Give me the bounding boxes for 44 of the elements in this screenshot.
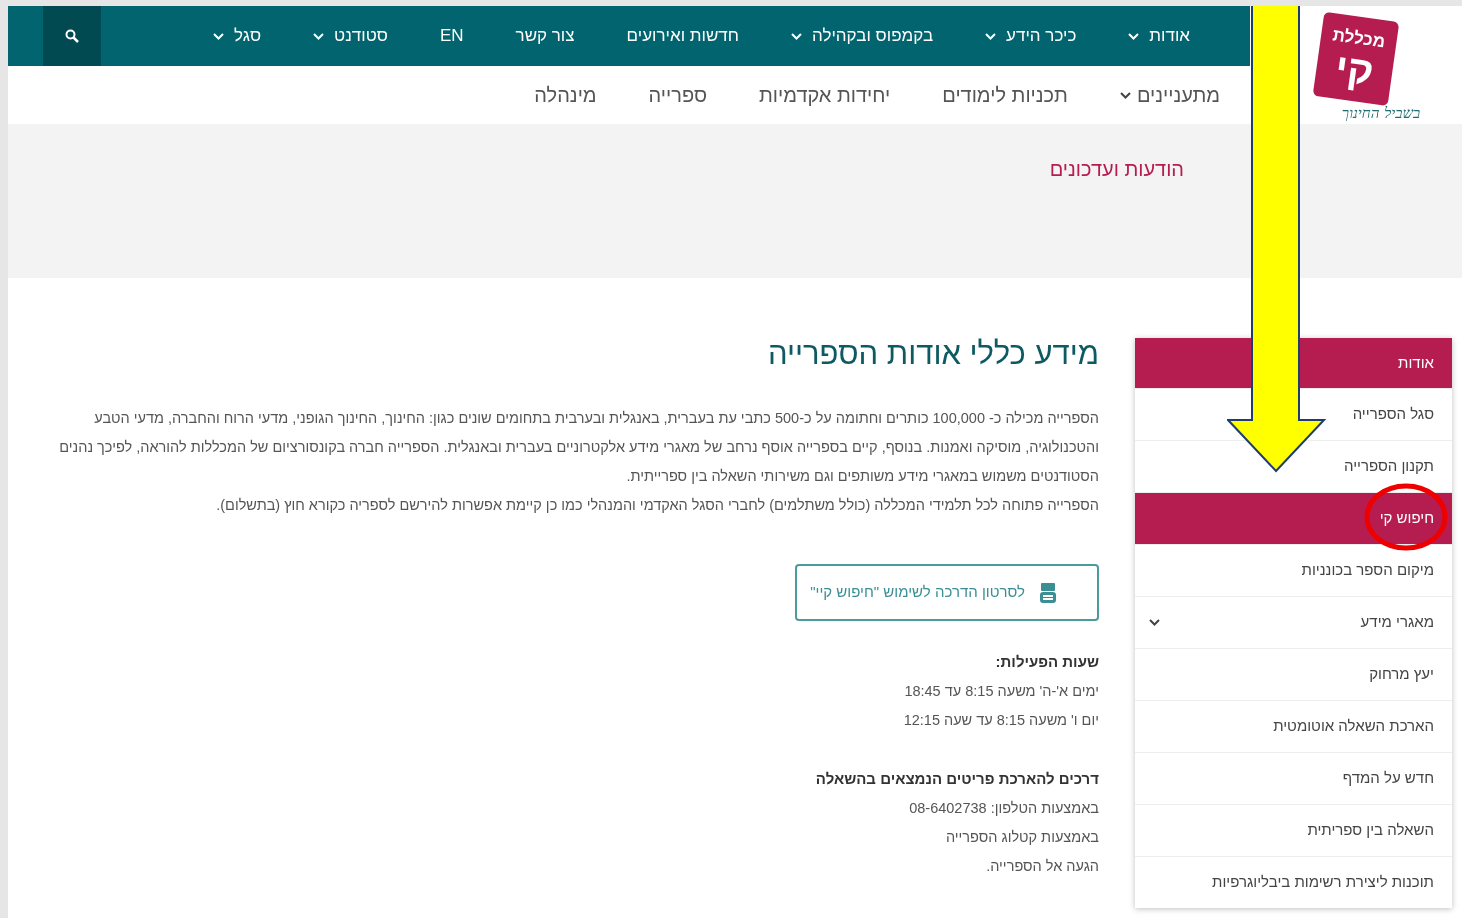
nav-link[interactable]: מתעניינים bbox=[1119, 80, 1220, 110]
sidebar-item[interactable]: חדש על המדף bbox=[1135, 752, 1452, 804]
nav-link[interactable]: כיכר הידע bbox=[985, 23, 1077, 49]
chevron-down-icon bbox=[791, 32, 802, 40]
sidebar-item[interactable]: תקנון הספרייה bbox=[1135, 440, 1452, 492]
chevron-down-icon bbox=[213, 32, 225, 40]
chevron-down-icon bbox=[1128, 32, 1140, 40]
section-heading: דרכים להארכת פריטים הנמצאים בהשאלה bbox=[814, 769, 1099, 789]
info-line: ימים א'-ה' משעה 8:15 עד 18:45 bbox=[903, 682, 1099, 701]
chevron-down-icon bbox=[1149, 619, 1160, 626]
sidebar-item[interactable]: מיקום הספר בכונניות bbox=[1135, 544, 1452, 596]
sidebar-item[interactable]: חיפוש קי bbox=[1135, 492, 1452, 544]
info-line: באמצעות הטלפון: 08-6402738 bbox=[908, 799, 1099, 818]
nav-link[interactable]: סגל bbox=[213, 23, 262, 49]
banner-title: הודעות ועדכונים bbox=[1049, 158, 1184, 180]
info-line: יום ו' משעה 8:15 עד שעה 12:15 bbox=[902, 711, 1099, 730]
nav-link[interactable]: בקמפוס ובקהילה bbox=[791, 23, 934, 49]
sidebar-item[interactable]: יעץ מרחוק bbox=[1135, 648, 1452, 700]
chevron-down-icon bbox=[313, 32, 325, 40]
paragraph: הספרייה מכילה כ- 100,000 כותרים וחתומה על כ-500 כתבי עת בעברית, באנגלית ובערבית בתחומים שונים כגון: החינוך, החינוך הגופני, מדעי הרוח והחברה, מדעי הטבע והטכנולוגיה, מוסיקה ואמנות. בנוסף, קיים בספרייה אוסף נרחב של מאגרי מידע אלקטרוניים בעברית ובאנגלית. הספרייה חברה בקונסורציום של המכללות להוראה, לפיכך נהנים הסטודנטים משמוש במאגרי מידע משותפים וגם משירותי השאלה בין ספרייתית. bbox=[58, 409, 1099, 486]
nav-link[interactable]: סטודנט bbox=[313, 23, 388, 49]
sidebar-item[interactable]: השאלה בין ספריתית bbox=[1135, 804, 1452, 856]
nav-link[interactable]: מינהלה bbox=[534, 80, 597, 110]
nav-link[interactable]: תכניות לימודים bbox=[942, 80, 1068, 110]
nav-link[interactable]: אודות bbox=[1128, 23, 1190, 49]
logo-badge[interactable]: מכללת קי bbox=[1312, 11, 1400, 106]
article-title: מידע כללי אודות הספרייה bbox=[766, 335, 1099, 373]
chevron-down-icon bbox=[1119, 91, 1131, 99]
info-line: באמצעות קטלוג הספרייה bbox=[944, 828, 1099, 847]
nav-link[interactable]: ספרייה bbox=[648, 80, 708, 110]
nav-link[interactable]: EN bbox=[439, 23, 464, 49]
chevron-down-icon bbox=[985, 32, 997, 40]
sidebar-item[interactable]: תוכנות ליצירת רשימות ביבליוגרפיות bbox=[1135, 856, 1452, 908]
paragraph: הספרייה פתוחה לכל תלמידי המכללה (כולל משתלמים) לחברי הסגל האקדמי והמנהלי כמו כן קיימת אפשרות להירשם לספריה כקורא חוץ (בתשלום). bbox=[215, 496, 1099, 515]
section-heading: שעות הפעילות: bbox=[994, 652, 1099, 672]
sidebar-item[interactable]: הארכת השאלה אוטומטית bbox=[1135, 700, 1452, 752]
video-tutorial-button[interactable]: לסרטון הדרכה לשימוש "חיפוש קיי" bbox=[795, 564, 1099, 621]
search-icon bbox=[65, 29, 79, 43]
nav-link[interactable]: יחידות אקדמיות bbox=[759, 80, 891, 110]
nav-link[interactable]: חדשות ואירועים bbox=[626, 23, 739, 49]
sidebar-item[interactable]: מאגרי מידע bbox=[1135, 596, 1452, 648]
info-line: הגעה אל הספרייה. bbox=[985, 857, 1099, 876]
search-button[interactable] bbox=[43, 6, 101, 66]
nav-link[interactable]: צור קשר bbox=[515, 23, 575, 49]
